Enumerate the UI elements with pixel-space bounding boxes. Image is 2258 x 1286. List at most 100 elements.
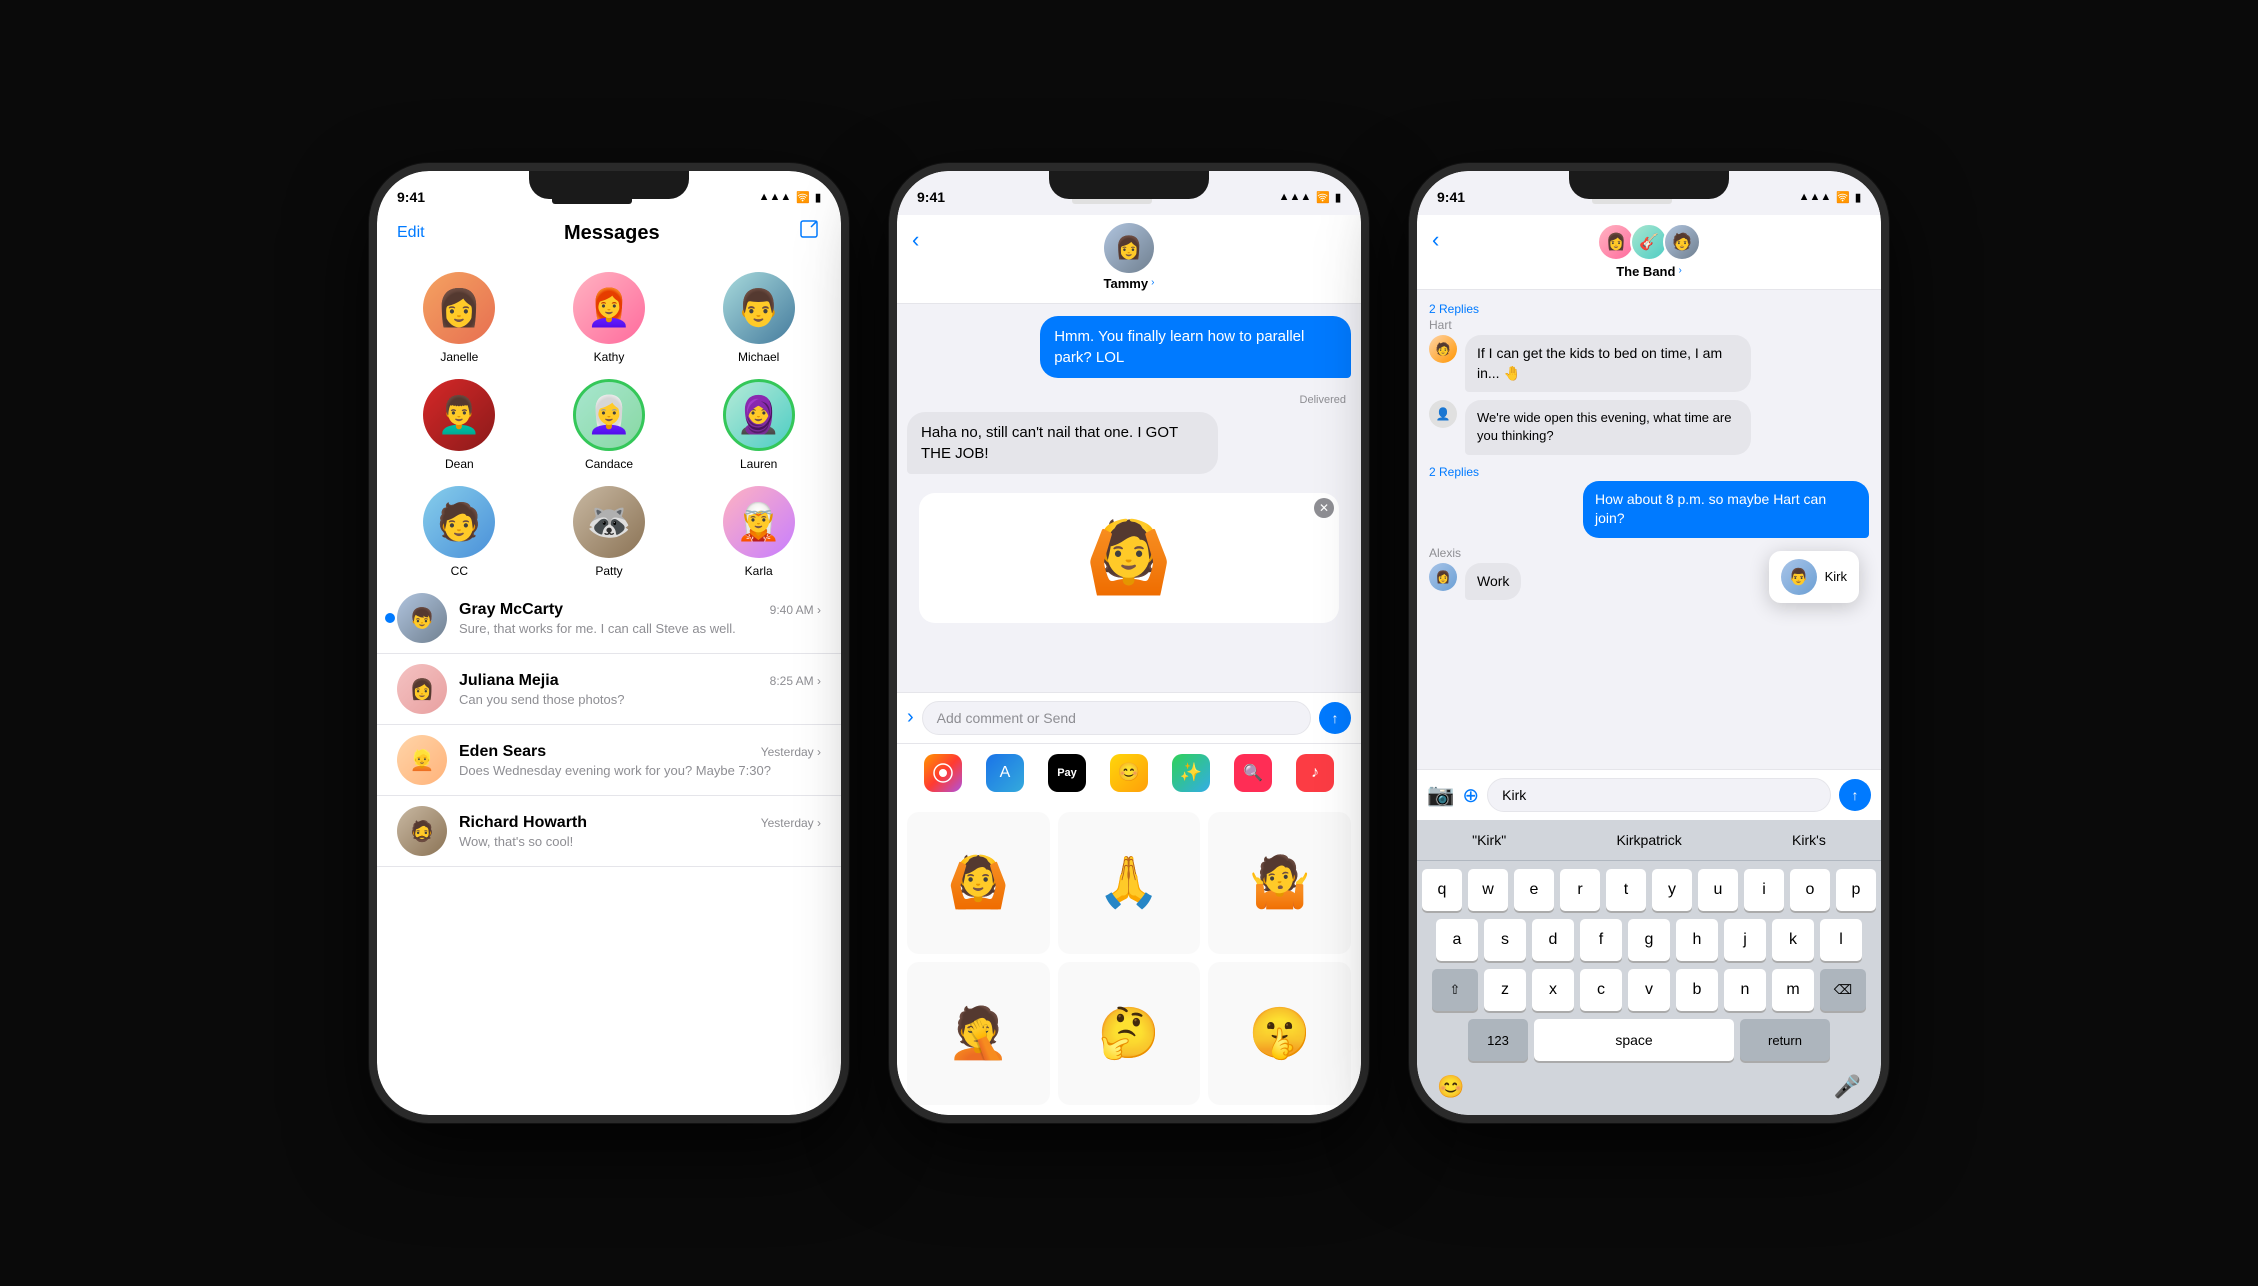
- applepay-btn[interactable]: Pay: [1048, 754, 1086, 792]
- conv-time-gray: 9:40 AM ›: [770, 603, 821, 617]
- key-z[interactable]: z: [1484, 969, 1526, 1011]
- avatar-lauren: 🧕: [723, 379, 795, 451]
- contact-name-janelle: Janelle: [440, 350, 478, 364]
- key-f[interactable]: f: [1580, 919, 1622, 961]
- apps-button[interactable]: ⊕: [1462, 783, 1479, 808]
- key-space[interactable]: space: [1534, 1019, 1734, 1061]
- pred-word-3[interactable]: Kirk's: [1782, 828, 1836, 852]
- key-k[interactable]: k: [1772, 919, 1814, 961]
- replies-label-1[interactable]: 2 Replies: [1429, 302, 1479, 318]
- mic-button[interactable]: 🎤: [1834, 1074, 1861, 1100]
- status-time2: 9:41: [917, 189, 945, 205]
- msg-alexis-work: Alexis 👩 Work 👨 Kirk: [1429, 546, 1869, 601]
- sticker-3[interactable]: 🤷: [1208, 812, 1351, 955]
- key-y[interactable]: y: [1652, 869, 1692, 911]
- appstore-btn[interactable]: A: [986, 754, 1024, 792]
- kb-row-3: ⇧ z x c v b n m ⌫: [1422, 969, 1876, 1011]
- sticker-2[interactable]: 🙏: [1058, 812, 1201, 955]
- phone-messages-list: 9:41 ▲▲▲ 🛜 ▮ Edit Messages: [369, 163, 849, 1123]
- key-j[interactable]: j: [1724, 919, 1766, 961]
- avatar-candace: 👩‍🦳: [573, 379, 645, 451]
- contact-cc[interactable]: 🧑 CC: [387, 481, 532, 583]
- key-l[interactable]: l: [1820, 919, 1862, 961]
- contact-dean[interactable]: 👨‍🦱 Dean: [387, 374, 532, 476]
- pred-word-2[interactable]: Kirkpatrick: [1606, 828, 1691, 852]
- key-m[interactable]: m: [1772, 969, 1814, 1011]
- sticker-6[interactable]: 🤫: [1208, 962, 1351, 1105]
- group-send-button[interactable]: ↑: [1839, 779, 1871, 811]
- key-s[interactable]: s: [1484, 919, 1526, 961]
- key-c[interactable]: c: [1580, 969, 1622, 1011]
- conv-time-juliana: 8:25 AM ›: [770, 674, 821, 688]
- key-h[interactable]: h: [1676, 919, 1718, 961]
- key-n[interactable]: n: [1724, 969, 1766, 1011]
- key-123[interactable]: 123: [1468, 1019, 1528, 1061]
- key-shift[interactable]: ⇧: [1432, 969, 1478, 1011]
- key-return[interactable]: return: [1740, 1019, 1830, 1061]
- contact-kathy[interactable]: 👩‍🦰 Kathy: [537, 267, 682, 369]
- search-btn[interactable]: 🔍: [1234, 754, 1272, 792]
- delivered-label: Delivered: [907, 394, 1346, 406]
- contact-karla[interactable]: 🧝 Karla: [686, 481, 831, 583]
- chat-input-field[interactable]: Add comment or Send: [922, 701, 1311, 735]
- sticker-5[interactable]: 🤔: [1058, 962, 1201, 1105]
- contact-lauren[interactable]: 🧕 Lauren: [686, 374, 831, 476]
- contact-janelle[interactable]: 👩 Janelle: [387, 267, 532, 369]
- replies-label-2[interactable]: 2 Replies: [1429, 465, 1479, 481]
- screen3: 9:41 ▲▲▲ 🛜 ▮ ‹ 👩 🎸 🧑 The Band ›: [1417, 171, 1881, 1115]
- conv-gray-mccarty[interactable]: 👦 Gray McCarty 9:40 AM › Sure, that work…: [377, 583, 841, 654]
- group-back-button[interactable]: ‹: [1432, 227, 1439, 253]
- contact-michael[interactable]: 👨 Michael: [686, 267, 831, 369]
- key-b[interactable]: b: [1676, 969, 1718, 1011]
- bubble-recv-1: Haha no, still can't nail that one. I GO…: [907, 412, 1218, 474]
- group-input-field[interactable]: Kirk: [1487, 778, 1831, 812]
- sticker-main-emoji: 🙆: [1085, 517, 1172, 599]
- sticker-grid: 🙆 🙏 🤷 🤦 🤔 🤫: [897, 802, 1361, 1115]
- contact-patty[interactable]: 🦝 Patty: [537, 481, 682, 583]
- key-o[interactable]: o: [1790, 869, 1830, 911]
- memoji-btn[interactable]: 😊: [1110, 754, 1148, 792]
- conv-richard[interactable]: 🧔 Richard Howarth Yesterday › Wow, that'…: [377, 796, 841, 867]
- compose-button[interactable]: [799, 219, 821, 247]
- key-p[interactable]: p: [1836, 869, 1876, 911]
- photos-app-btn[interactable]: [924, 754, 962, 792]
- sticker-1[interactable]: 🙆: [907, 812, 1050, 955]
- key-e[interactable]: e: [1514, 869, 1554, 911]
- back-button[interactable]: ‹: [912, 227, 919, 253]
- conv-time-richard: Yesterday ›: [761, 816, 821, 830]
- sticker-4[interactable]: 🤦: [907, 962, 1050, 1105]
- key-delete[interactable]: ⌫: [1820, 969, 1866, 1011]
- music-btn[interactable]: ♪: [1296, 754, 1334, 792]
- emoji-button[interactable]: 😊: [1437, 1074, 1464, 1100]
- group-name[interactable]: The Band: [1616, 264, 1675, 279]
- key-a[interactable]: a: [1436, 919, 1478, 961]
- conv-preview-eden: Does Wednesday evening work for you? May…: [459, 763, 821, 778]
- pred-word-1[interactable]: "Kirk": [1462, 828, 1516, 852]
- conv-eden[interactable]: 👱 Eden Sears Yesterday › Does Wednesday …: [377, 725, 841, 796]
- key-g[interactable]: g: [1628, 919, 1670, 961]
- kb-bottom-actions: 😊 🎤: [1422, 1069, 1876, 1110]
- msg-anon: 👤 We're wide open this evening, what tim…: [1429, 400, 1869, 454]
- key-v[interactable]: v: [1628, 969, 1670, 1011]
- key-r[interactable]: r: [1560, 869, 1600, 911]
- phone-group-chat: 9:41 ▲▲▲ 🛜 ▮ ‹ 👩 🎸 🧑 The Band ›: [1409, 163, 1889, 1123]
- key-d[interactable]: d: [1532, 919, 1574, 961]
- effects-btn[interactable]: ✨: [1172, 754, 1210, 792]
- contact-candace[interactable]: 👩‍🦳 Candace: [537, 374, 682, 476]
- signal-icon2: ▲▲▲: [1279, 191, 1312, 203]
- key-q[interactable]: q: [1422, 869, 1462, 911]
- key-t[interactable]: t: [1606, 869, 1646, 911]
- expand-button[interactable]: ›: [907, 706, 914, 729]
- sticker-close-btn[interactable]: ✕: [1314, 498, 1334, 518]
- key-x[interactable]: x: [1532, 969, 1574, 1011]
- send-button[interactable]: ↑: [1319, 702, 1351, 734]
- conv-juliana[interactable]: 👩 Juliana Mejia 8:25 AM › Can you send t…: [377, 654, 841, 725]
- camera-button[interactable]: 📷: [1427, 782, 1454, 808]
- key-u[interactable]: u: [1698, 869, 1738, 911]
- key-i[interactable]: i: [1744, 869, 1784, 911]
- key-w[interactable]: w: [1468, 869, 1508, 911]
- avatar-karla: 🧝: [723, 486, 795, 558]
- chat-name-tammy[interactable]: Tammy: [1104, 276, 1149, 291]
- edit-button[interactable]: Edit: [397, 224, 425, 242]
- contact-name-lauren: Lauren: [740, 457, 777, 471]
